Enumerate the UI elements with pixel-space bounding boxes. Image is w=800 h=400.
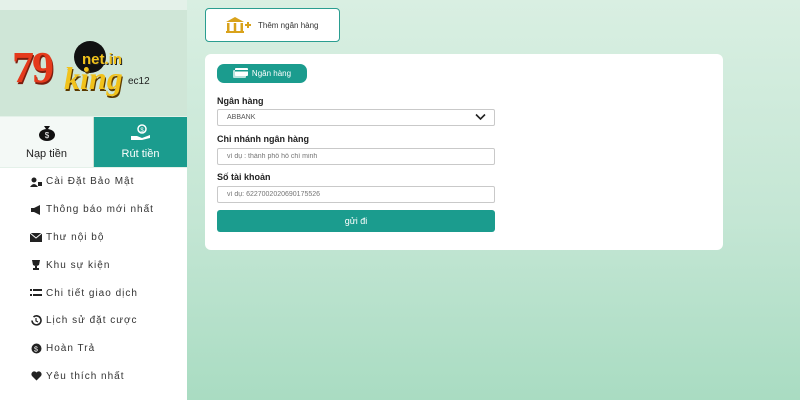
menu-item-transactions[interactable]: Chi tiết giao dịch (0, 279, 187, 307)
logo[interactable]: 79 king net.in ec12 (0, 10, 187, 116)
account-menu: Cài Đặt Bảo Mật Thông báo mới nhất Thư n… (0, 168, 187, 400)
bank-add-icon (224, 16, 254, 34)
account-number-label: Số tài khoản (217, 172, 271, 182)
menu-item-label: Lịch sử đặt cược (46, 315, 138, 327)
coin-icon: $ (30, 343, 42, 354)
menu-item-label: Chi tiết giao dịch (46, 287, 138, 299)
bank-form-card: Ngân hàng Ngân hàng ABBANK Chi nhánh ngâ… (205, 54, 723, 250)
logo-domain: net.in (82, 51, 122, 68)
bank-tab-label: Ngân hàng (251, 69, 292, 78)
history-icon (30, 315, 42, 327)
menu-item-label: Thư nội bộ (46, 231, 105, 243)
submit-button[interactable]: gửi đi (217, 210, 495, 232)
bank-tab-pill[interactable]: Ngân hàng (217, 64, 307, 83)
envelope-icon (30, 232, 42, 242)
menu-item-news[interactable]: Thông báo mới nhất (0, 196, 187, 224)
list-icon (30, 288, 42, 298)
deposit-withdraw-tabs: $ Nạp tiền $ Rút tiền (0, 117, 187, 167)
menu-item-label: Thông báo mới nhất (46, 204, 154, 216)
bank-select[interactable]: ABBANK (217, 109, 495, 126)
logo-number: 79 (12, 43, 54, 92)
bank-label: Ngân hàng (217, 96, 264, 106)
add-bank-button[interactable]: Thêm ngân hàng (205, 8, 340, 42)
bank-card-icon (232, 68, 249, 79)
hand-money-icon: $ (130, 124, 152, 144)
menu-item-label: Cài Đặt Bảo Mật (46, 176, 135, 188)
menu-item-rebate[interactable]: $ Hoàn Trả (0, 335, 187, 363)
money-bag-icon: $ (37, 124, 57, 144)
svg-text:$: $ (44, 131, 49, 140)
chevron-down-icon (475, 113, 486, 123)
heart-icon (30, 371, 42, 381)
menu-item-label: Khu sự kiện (46, 259, 111, 271)
tab-withdraw-label: Rút tiền (121, 148, 160, 160)
menu-item-favorites[interactable]: Yêu thích nhất (0, 363, 187, 391)
tab-withdraw[interactable]: $ Rút tiền (94, 117, 187, 167)
branch-label: Chi nhánh ngân hàng (217, 134, 309, 144)
menu-item-events[interactable]: Khu sự kiện (0, 251, 187, 279)
bank-select-value: ABBANK (227, 114, 256, 121)
username: ec12 (128, 76, 150, 87)
add-bank-label: Thêm ngân hàng (258, 20, 319, 30)
tab-deposit-label: Nạp tiền (26, 148, 67, 160)
menu-item-label: Hoàn Trả (46, 343, 96, 355)
trophy-icon (30, 260, 42, 271)
menu-item-bet-history[interactable]: Lịch sử đặt cược (0, 307, 187, 335)
user-lock-icon (30, 177, 42, 187)
menu-item-inbox[interactable]: Thư nội bộ (0, 224, 187, 252)
tab-deposit[interactable]: $ Nạp tiền (0, 117, 94, 167)
account-number-input[interactable] (217, 186, 495, 203)
megaphone-icon (30, 204, 42, 215)
svg-text:$: $ (34, 346, 39, 353)
menu-item-security[interactable]: Cài Đặt Bảo Mật (0, 168, 187, 196)
menu-item-label: Yêu thích nhất (46, 370, 125, 382)
branch-input[interactable] (217, 148, 495, 165)
